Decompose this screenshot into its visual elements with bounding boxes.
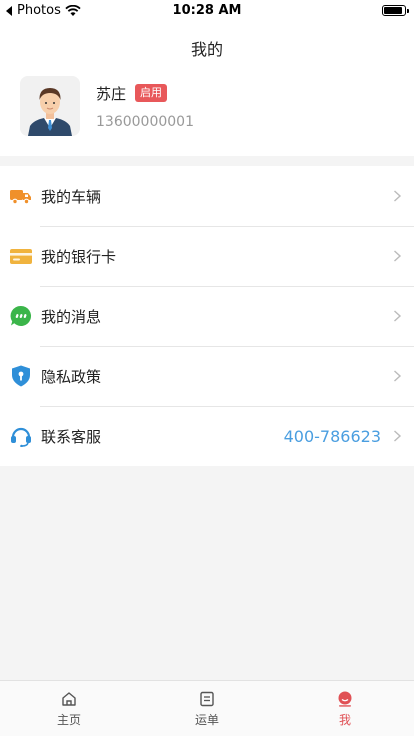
avatar-illustration — [20, 76, 80, 136]
user-name: 苏庄 — [96, 85, 127, 103]
chevron-right-icon — [394, 190, 402, 202]
battery-icon — [382, 5, 409, 16]
tab-bar: 主页 运单 我 — [0, 680, 414, 736]
waybill-icon — [200, 691, 214, 707]
profile-icon — [338, 691, 352, 707]
tab-home[interactable]: 主页 — [0, 681, 138, 736]
menu-item-my-bank-cards[interactable]: 我的银行卡 — [0, 226, 414, 286]
chevron-right-icon — [394, 430, 402, 442]
menu-item-label: 联系客服 — [41, 427, 102, 446]
avatar[interactable] — [20, 76, 80, 136]
home-icon — [62, 692, 76, 706]
truck-icon — [10, 190, 31, 205]
tab-label: 运单 — [194, 713, 219, 727]
menu-item-label: 我的消息 — [41, 307, 102, 326]
menu-item-privacy-policy[interactable]: 隐私政策 — [0, 346, 414, 406]
chevron-right-icon — [394, 370, 402, 382]
shield-icon — [12, 365, 30, 387]
support-phone[interactable]: 400-786623 — [284, 427, 381, 446]
menu-item-my-vehicles[interactable]: 我的车辆 — [0, 166, 414, 226]
menu-item-contact-support[interactable]: 联系客服 400-786623 — [0, 406, 414, 466]
headset-icon — [11, 427, 31, 447]
tab-waybill[interactable]: 运单 — [138, 681, 276, 736]
status-time: 10:28 AM — [172, 3, 242, 18]
menu-item-label: 我的银行卡 — [41, 247, 117, 266]
menu-list: 我的车辆 我的银行卡 我的消息 隐私政策 联系客服 400-786623 — [0, 166, 414, 466]
menu-item-my-messages[interactable]: 我的消息 — [0, 286, 414, 346]
menu-item-label: 隐私政策 — [41, 367, 102, 386]
profile-header: 我的 苏庄 启用 13600000001 — [0, 22, 414, 156]
status-badge: 启用 — [135, 84, 167, 102]
status-bar: Photos 10:28 AM — [0, 0, 414, 22]
tab-label: 主页 — [56, 713, 81, 727]
tab-label: 我 — [338, 713, 351, 727]
user-phone: 13600000001 — [96, 114, 194, 130]
menu-item-label: 我的车辆 — [41, 187, 102, 206]
bank-card-icon — [10, 249, 32, 264]
chevron-right-icon — [394, 310, 402, 322]
chevron-right-icon — [394, 250, 402, 262]
message-icon — [10, 305, 32, 326]
tab-me[interactable]: 我 — [276, 681, 414, 736]
page-title: 我的 — [190, 40, 223, 59]
